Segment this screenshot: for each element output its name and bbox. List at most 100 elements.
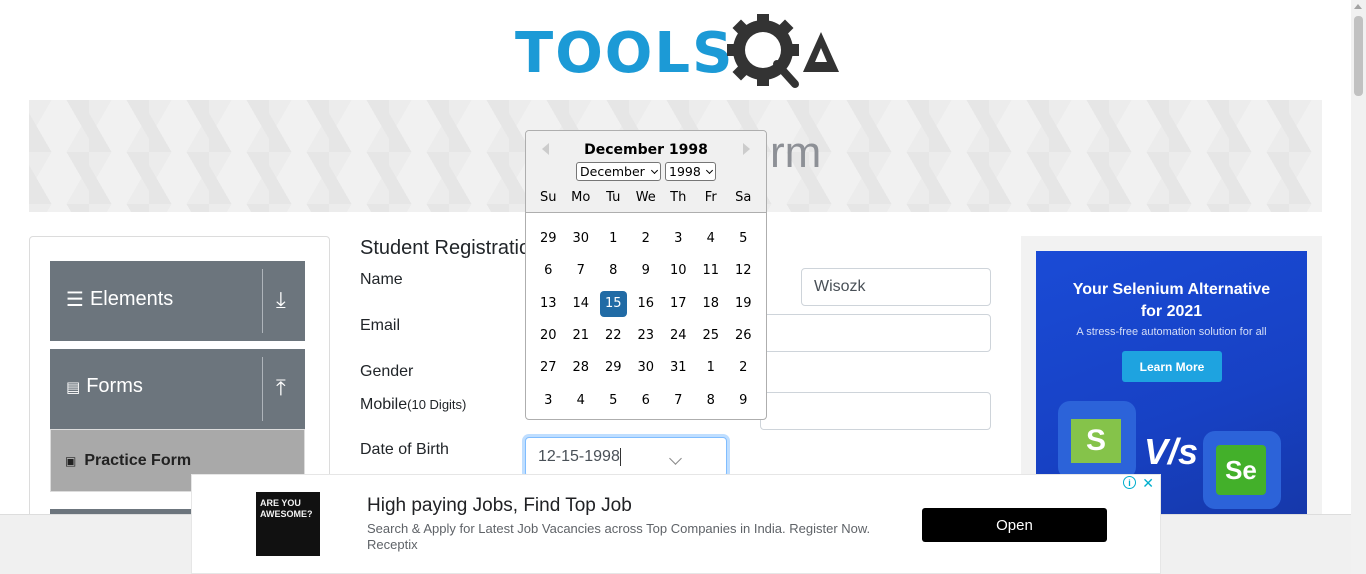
close-icon[interactable]: ✕ bbox=[1142, 475, 1154, 492]
ad-thumbnail: ARE YOU AWESOME? bbox=[256, 492, 320, 556]
calendar-day[interactable]: 26 bbox=[727, 323, 760, 349]
calendar-day[interactable]: 21 bbox=[565, 323, 598, 349]
day-name: Su bbox=[540, 190, 557, 205]
calendar-day[interactable]: 6 bbox=[532, 258, 565, 284]
year-select[interactable]: 1998 bbox=[665, 162, 716, 181]
calendar-day[interactable]: 11 bbox=[695, 258, 728, 284]
name-label: Name bbox=[360, 271, 403, 288]
ad-title[interactable]: High paying Jobs, Find Top Job bbox=[367, 495, 632, 517]
calendar-day[interactable]: 31 bbox=[662, 355, 695, 381]
calendar-day[interactable]: 29 bbox=[597, 355, 630, 381]
calendar-day[interactable]: 23 bbox=[630, 323, 663, 349]
week-row: 27 28 29 30 31 1 2 bbox=[532, 352, 760, 384]
calendar-day[interactable]: 9 bbox=[727, 388, 760, 414]
calendar-day[interactable]: 6 bbox=[630, 388, 663, 414]
calendar-day[interactable]: 19 bbox=[727, 291, 760, 317]
open-button[interactable]: Open bbox=[922, 508, 1107, 542]
logo-text: TOOLS bbox=[515, 21, 735, 86]
calendar-day[interactable]: 2 bbox=[630, 226, 663, 252]
week-row: 6 7 8 9 10 11 12 bbox=[532, 255, 760, 287]
ad-subtitle: A stress-free automation solution for al… bbox=[1076, 326, 1267, 338]
calendar-day[interactable]: 18 bbox=[695, 291, 728, 317]
learn-more-button[interactable]: Learn More bbox=[1122, 351, 1222, 382]
form-icon: ▣ bbox=[65, 454, 77, 468]
sidebar-group-elements[interactable]: ☰ Elements ⤓ bbox=[50, 261, 305, 341]
calendar-day[interactable]: 7 bbox=[662, 388, 695, 414]
calendar-day[interactable]: 8 bbox=[695, 388, 728, 414]
sidebar-group-forms[interactable]: ▤ Forms ⤒ bbox=[50, 349, 305, 429]
scrollbar-thumb[interactable] bbox=[1354, 16, 1363, 96]
divider bbox=[262, 357, 263, 421]
calendar-day[interactable]: 2 bbox=[727, 355, 760, 381]
datepicker-popup: December 1998 December 1998 Su Mo Tu We … bbox=[525, 130, 767, 420]
calendar-day[interactable]: 7 bbox=[565, 258, 598, 284]
mobile-label: Mobile(10 Digits) bbox=[360, 396, 466, 414]
upload-arrow-icon: ⤒ bbox=[276, 375, 286, 400]
document-icon: ▤ bbox=[66, 378, 81, 396]
page-title: rm bbox=[770, 128, 822, 177]
calendar-day[interactable]: 1 bbox=[695, 355, 728, 381]
calendar-day[interactable]: 24 bbox=[662, 323, 695, 349]
last-name-input[interactable]: Wisozk bbox=[801, 268, 991, 306]
versus-text: V/s bbox=[1144, 431, 1199, 472]
text-cursor bbox=[619, 448, 621, 466]
calendar-day[interactable]: 14 bbox=[565, 291, 598, 317]
bottom-ad[interactable]: ARE YOU AWESOME? High paying Jobs, Find … bbox=[191, 474, 1161, 574]
selenium-logo-mark: Se bbox=[1216, 445, 1266, 495]
calendar-day[interactable]: 8 bbox=[597, 258, 630, 284]
ad-headline-line-2: for 2021 bbox=[1140, 303, 1203, 320]
mobile-input[interactable] bbox=[760, 392, 991, 430]
month-select[interactable]: December bbox=[576, 162, 661, 181]
dob-label: Date of Birth bbox=[360, 441, 449, 458]
toolsqa-logo[interactable]: TOOLS bbox=[515, 14, 840, 92]
group-label: Forms bbox=[86, 375, 143, 397]
form-title: Student Registratio bbox=[360, 237, 531, 259]
calendar-day-selected[interactable]: 15 bbox=[599, 290, 627, 317]
calendar-day[interactable]: 4 bbox=[565, 388, 598, 414]
calendar-day[interactable]: 5 bbox=[727, 226, 760, 252]
calendar-day[interactable]: 3 bbox=[532, 388, 565, 414]
calendar-day[interactable]: 16 bbox=[630, 291, 663, 317]
katalon-logo-mark: S bbox=[1071, 419, 1121, 463]
day-names-row: Su Mo Tu We Th Fr Sa bbox=[532, 190, 760, 205]
selenium-logo: Se bbox=[1203, 431, 1281, 509]
calendar-day[interactable]: 28 bbox=[565, 355, 598, 381]
mobile-label-text: Mobile bbox=[360, 396, 408, 413]
day-name: Mo bbox=[571, 190, 591, 205]
calendar-day[interactable]: 9 bbox=[630, 258, 663, 284]
week-row: 20 21 22 23 24 25 26 bbox=[532, 320, 760, 352]
calendar-day[interactable]: 12 bbox=[727, 258, 760, 284]
day-name: Fr bbox=[704, 190, 717, 205]
datepicker-month-grid: 29 30 1 2 3 4 5 6 7 8 9 10 11 12 13 14 15 16 17 18 19 20 21 22 2… bbox=[532, 223, 760, 417]
month-select-value: December bbox=[580, 164, 645, 179]
calendar-day[interactable]: 17 bbox=[662, 291, 695, 317]
group-label: Elements bbox=[89, 288, 174, 310]
gear-magnifier-icon bbox=[727, 14, 839, 88]
scroll-up-icon[interactable] bbox=[1354, 4, 1362, 9]
calendar-day[interactable]: 13 bbox=[532, 291, 565, 317]
calendar-day[interactable]: 27 bbox=[532, 355, 565, 381]
calendar-day[interactable]: 29 bbox=[532, 226, 565, 252]
ad-description: Search & Apply for Latest Job Vacancies … bbox=[367, 521, 887, 553]
calendar-day[interactable]: 1 bbox=[597, 226, 630, 252]
calendar-day[interactable]: 5 bbox=[597, 388, 630, 414]
calendar-day[interactable]: 30 bbox=[630, 355, 663, 381]
next-month-icon[interactable] bbox=[743, 143, 750, 155]
calendar-day[interactable]: 25 bbox=[695, 323, 728, 349]
datepicker-header: December 1998 December 1998 Su Mo Tu We … bbox=[526, 131, 766, 213]
email-input[interactable] bbox=[760, 314, 991, 352]
week-row: 29 30 1 2 3 4 5 bbox=[532, 223, 760, 255]
katalon-logo: S bbox=[1058, 401, 1136, 479]
calendar-day[interactable]: 20 bbox=[532, 323, 565, 349]
calendar-day[interactable]: 3 bbox=[662, 226, 695, 252]
ad-info-icon[interactable]: i bbox=[1123, 476, 1136, 489]
date-of-birth-input[interactable]: 12-15-1998 bbox=[525, 437, 727, 477]
ad-description-text: Search & Apply for Latest Job Vacancies … bbox=[367, 521, 871, 536]
day-name: Sa bbox=[735, 190, 752, 205]
dob-value: 12-15-1998 bbox=[538, 448, 620, 465]
calendar-day[interactable]: 22 bbox=[597, 323, 630, 349]
calendar-day[interactable]: 30 bbox=[565, 226, 598, 252]
calendar-day[interactable]: 4 bbox=[695, 226, 728, 252]
calendar-day[interactable]: 10 bbox=[662, 258, 695, 284]
ad-advertiser: Receptix bbox=[367, 537, 418, 552]
